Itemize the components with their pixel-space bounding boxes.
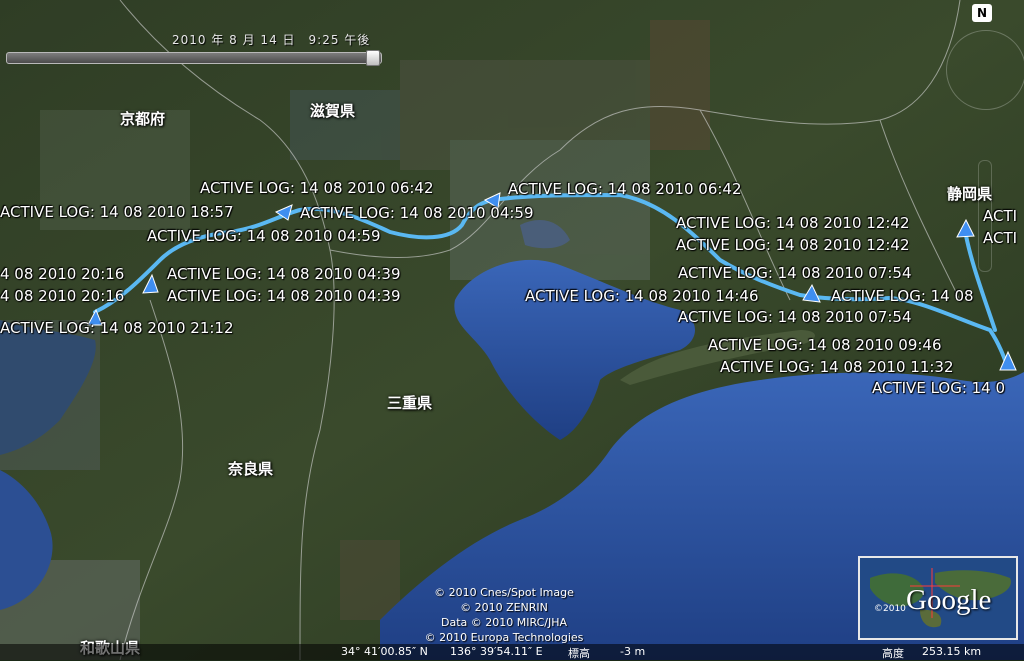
track-label[interactable]: ACTIVE LOG: 14 08 2010 04:39 <box>167 287 401 305</box>
time-slider-track[interactable] <box>6 52 382 64</box>
track-label[interactable]: 4 08 2010 20:16 <box>0 265 124 283</box>
track-label[interactable]: ACTIVE LOG: 14 08 2010 04:59 <box>147 227 381 245</box>
status-elevation-label: 標高 <box>568 647 590 660</box>
track-label[interactable]: ACTIVE LOG: 14 08 2010 21:12 <box>0 319 234 337</box>
track-label[interactable]: ACTIVE LOG: 14 08 <box>831 287 974 305</box>
track-label[interactable]: ACTIVE LOG: 14 08 2010 07:54 <box>678 308 912 326</box>
credit-line: © 2010 ZENRIN <box>460 601 548 614</box>
track-label[interactable]: ACTIVE LOG: 14 08 2010 14:46 <box>525 287 759 305</box>
imagery-credits: © 2010 Cnes/Spot Image © 2010 ZENRIN Dat… <box>404 585 604 645</box>
region-label-kyoto: 京都府 <box>120 110 166 128</box>
credit-line: © 2010 Europa Technologies <box>424 631 584 644</box>
status-altitude-label: 高度 <box>882 647 904 660</box>
track-label[interactable]: ACTIVE LOG: 14 08 2010 09:46 <box>708 336 942 354</box>
region-label-mie: 三重県 <box>387 394 433 412</box>
credit-line: Data © 2010 MIRC/JHA <box>440 616 567 629</box>
google-logo: Google <box>906 584 992 616</box>
zoom-slider[interactable] <box>978 160 992 272</box>
overview-map[interactable]: Google ©2010 <box>858 556 1018 640</box>
credit-line: © 2010 Cnes/Spot Image <box>434 586 574 599</box>
north-compass-button[interactable]: N <box>972 4 992 22</box>
status-latitude: 34° 41′00.85″ N <box>341 645 428 658</box>
track-label[interactable]: ACTIVE LOG: 14 08 2010 04:39 <box>167 265 401 283</box>
track-label[interactable]: ACTIVE LOG: 14 08 2010 11:32 <box>720 358 954 376</box>
region-label-nara: 奈良県 <box>228 460 274 478</box>
status-longitude: 136° 39′54.11″ E <box>450 645 543 658</box>
overview-copyright: ©2010 <box>874 604 906 614</box>
track-label[interactable]: ACTIVE LOG: 14 08 2010 04:59 <box>300 204 534 222</box>
status-elevation-value: -3 m <box>620 645 646 658</box>
time-slider-datetime: 2010 年 8 月 14 日 9:25 午後 <box>172 33 371 47</box>
track-label[interactable]: 4 08 2010 20:16 <box>0 287 124 305</box>
track-label[interactable]: ACTIVE LOG: 14 0 <box>872 379 1005 397</box>
status-bar: 34° 41′00.85″ N 136° 39′54.11″ E 標高 -3 m… <box>0 644 1024 660</box>
region-label-shiga: 滋賀県 <box>310 102 356 120</box>
track-label[interactable]: ACTIVE LOG: 14 08 2010 18:57 <box>0 203 234 221</box>
track-label[interactable]: ACTIVE LOG: 14 08 2010 12:42 <box>676 214 910 232</box>
status-altitude-value: 253.15 km <box>922 645 982 658</box>
track-label[interactable]: ACTIVE LOG: 14 08 2010 06:42 <box>200 179 434 197</box>
time-slider-thumb[interactable] <box>366 50 380 66</box>
track-label[interactable]: ACTIVE LOG: 14 08 2010 06:42 <box>508 180 742 198</box>
track-label[interactable]: ACTIVE LOG: 14 08 2010 12:42 <box>676 236 910 254</box>
navigation-ring[interactable] <box>946 30 1024 110</box>
track-label[interactable]: ACTIVE LOG: 14 08 2010 07:54 <box>678 264 912 282</box>
